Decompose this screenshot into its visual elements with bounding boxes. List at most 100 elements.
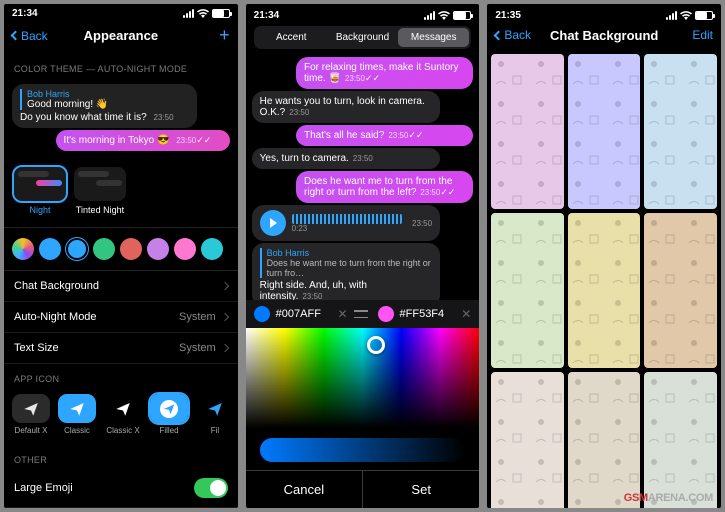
row-value: System [179, 311, 228, 323]
row-label: Chat Background [14, 280, 99, 292]
appearance-screen: 21:34 Back Appearance + COLOR THEME — AU… [4, 4, 238, 508]
accent-color-row [4, 228, 238, 271]
nav-bar: Back Appearance + [4, 21, 238, 54]
theme-label: Tinted Night [76, 205, 124, 215]
settings-row[interactable]: Text Size System [4, 333, 238, 364]
icon-label: Default X [15, 426, 48, 435]
segment-control[interactable]: AccentBackgroundMessages [254, 26, 472, 49]
app-icon-option[interactable]: Fil [196, 394, 234, 435]
chevron-left-icon [11, 31, 21, 41]
row-label: Large Emoji [14, 482, 73, 494]
play-icon[interactable] [260, 210, 286, 236]
accent-swatch[interactable] [12, 238, 34, 260]
message-time: 23:50 [154, 113, 174, 122]
settings-row[interactable]: Auto-Night Mode System [4, 302, 238, 333]
chat-preview: For relaxing times, make it Suntory time… [246, 55, 480, 300]
swap-icon[interactable] [354, 309, 372, 319]
status-bar: 21:34 [246, 4, 480, 24]
clock: 21:34 [12, 8, 38, 19]
icon-label: Classic X [106, 426, 139, 435]
edit-button[interactable]: Edit [692, 28, 713, 42]
color2-swatch[interactable] [378, 306, 394, 322]
spectrum-cursor[interactable] [367, 336, 385, 354]
background-tile[interactable] [644, 372, 717, 508]
settings-row[interactable]: Chat Background [4, 271, 238, 302]
accent-swatch[interactable] [120, 238, 142, 260]
app-icon-option[interactable]: Filled [150, 394, 188, 435]
status-icons [666, 11, 713, 20]
accent-swatch[interactable] [93, 238, 115, 260]
message-text: It's morning in Tokyo 😎 [64, 135, 170, 146]
outgoing-bubble: It's morning in Tokyo 😎 23:50✓✓ [56, 130, 230, 151]
background-tile[interactable] [568, 54, 641, 209]
tab-messages[interactable]: Messages [398, 28, 469, 47]
clear-color2[interactable]: ✕ [461, 307, 471, 321]
background-grid [487, 50, 721, 508]
background-tile[interactable] [491, 213, 564, 368]
theme-night[interactable]: Night [14, 167, 66, 215]
status-bar: 21:34 [4, 4, 238, 21]
accent-swatch[interactable] [174, 238, 196, 260]
back-label: Back [504, 28, 531, 42]
chevron-left-icon [494, 30, 504, 40]
background-tile[interactable] [644, 213, 717, 368]
background-tile[interactable] [491, 372, 564, 508]
app-icon-option[interactable]: Classic [58, 394, 96, 435]
accent-swatch[interactable] [147, 238, 169, 260]
reply-text: Good morning! 👋 [27, 99, 189, 110]
signal-icon [183, 9, 194, 18]
set-button[interactable]: Set [363, 471, 479, 508]
signal-icon [424, 11, 435, 20]
incoming-bubble: Bob Harris Good morning! 👋 Do you know w… [12, 84, 197, 128]
color-editor-screen: 21:34 AccentBackgroundMessages For relax… [246, 4, 480, 508]
icon-label: Classic [64, 426, 90, 435]
chevron-right-icon [220, 344, 228, 352]
tab-accent[interactable]: Accent [256, 28, 327, 47]
app-icon-option[interactable]: Default X [12, 394, 50, 435]
background-tile[interactable] [568, 372, 641, 508]
theme-tinted night[interactable]: Tinted Night [74, 167, 126, 215]
large-emoji-row[interactable]: Large Emoji [4, 469, 238, 508]
back-button[interactable]: Back [12, 29, 48, 43]
color-hex-row: #007AFF ✕ #FF53F4 ✕ [246, 300, 480, 328]
status-icons [183, 9, 230, 18]
background-tile[interactable] [568, 213, 641, 368]
cancel-button[interactable]: Cancel [246, 471, 363, 508]
theme-selector: Night Tinted Night [4, 161, 238, 228]
action-row: Cancel Set [246, 470, 480, 508]
theme-label: Night [29, 205, 50, 215]
row-value [222, 283, 228, 289]
message-time: 23:50 [176, 136, 196, 145]
accent-swatch[interactable] [66, 238, 88, 260]
status-icons [424, 11, 471, 20]
section-label: OTHER [4, 445, 238, 469]
toggle[interactable] [194, 478, 228, 498]
icon-label: Filled [159, 426, 178, 435]
accent-swatch[interactable] [39, 238, 61, 260]
background-tile[interactable] [644, 54, 717, 209]
chevron-right-icon [220, 282, 228, 290]
voice-message[interactable]: 0:23 23:50 [252, 205, 440, 241]
tab-background[interactable]: Background [327, 28, 398, 47]
color1-swatch[interactable] [254, 306, 270, 322]
back-button[interactable]: Back [495, 28, 531, 42]
section-label: COLOR THEME — AUTO-NIGHT MODE [4, 54, 238, 78]
back-label: Back [21, 29, 48, 43]
outgoing-bubble: That's all he said?23:50✓✓ [296, 125, 473, 146]
clear-color1[interactable]: ✕ [337, 307, 347, 321]
app-icon-option[interactable]: Classic X [104, 394, 142, 435]
color1-hex[interactable]: #007AFF [276, 308, 332, 320]
background-tile[interactable] [491, 54, 564, 209]
row-label: Auto-Night Mode [14, 311, 97, 323]
chat-preview: Bob Harris Good morning! 👋 Do you know w… [4, 78, 238, 161]
incoming-bubble: Bob HarrisDoes he want me to turn from t… [252, 243, 440, 300]
color-spectrum[interactable] [246, 328, 480, 428]
color2-hex[interactable]: #FF53F4 [400, 308, 456, 320]
chevron-right-icon [220, 313, 228, 321]
section-label: APP ICON [4, 364, 238, 388]
battery-icon [695, 11, 713, 20]
add-button[interactable]: + [219, 25, 230, 46]
brightness-slider[interactable] [260, 438, 466, 462]
row-value: System [179, 342, 228, 354]
accent-swatch[interactable] [201, 238, 223, 260]
